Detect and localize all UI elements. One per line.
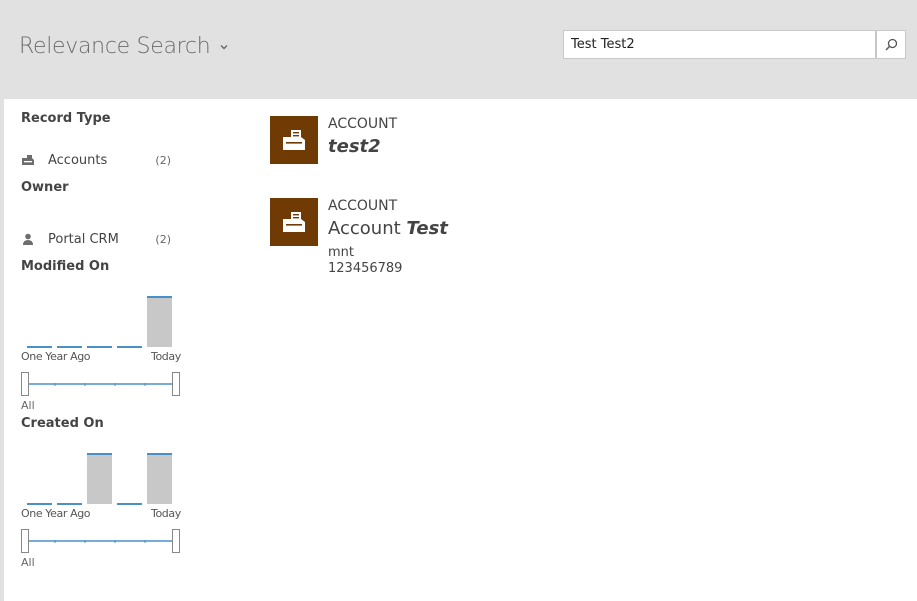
- facet-item-accounts[interactable]: Accounts (2): [21, 151, 171, 169]
- header-bar: Relevance Search: [0, 0, 917, 99]
- histogram-bar-top: [147, 453, 172, 455]
- result-entity-type: ACCOUNT: [328, 116, 398, 132]
- created-on-slider[interactable]: [21, 529, 181, 555]
- search-icon: [884, 38, 897, 51]
- histogram-bar-top: [87, 453, 112, 455]
- histogram-bar-top: [57, 346, 82, 348]
- slider-track: [27, 540, 175, 543]
- created-on-range-label: All: [21, 556, 35, 569]
- modified-on-end-label: Today: [151, 350, 181, 363]
- modified-on-start-label: One Year Ago: [21, 350, 91, 363]
- page-title-label: Relevance Search: [19, 34, 211, 59]
- created-on-chart: [21, 451, 181, 505]
- slider-end-handle[interactable]: [172, 372, 180, 396]
- facet-item-portal-crm[interactable]: Portal CRM (2): [21, 230, 171, 248]
- slider-start-handle[interactable]: [21, 372, 29, 396]
- result-name-match: Test: [406, 218, 448, 239]
- facet-item-label: Accounts: [48, 152, 108, 168]
- facet-title-modified-on: Modified On: [21, 259, 110, 274]
- slider-track: [27, 383, 175, 386]
- histogram-bar[interactable]: [147, 297, 172, 347]
- histogram-bar-top: [27, 346, 52, 348]
- user-icon: [21, 232, 35, 246]
- account-tile: [270, 116, 318, 164]
- facet-item-label: Portal CRM: [48, 231, 119, 247]
- facet-item-count: (2): [155, 153, 171, 167]
- account-icon: [283, 212, 305, 232]
- histogram-bar[interactable]: [147, 454, 172, 504]
- histogram-bar-top: [57, 503, 82, 505]
- facet-item-count: (2): [155, 232, 171, 246]
- histogram-bar-top: [117, 346, 142, 348]
- chevron-down-icon: [220, 44, 228, 50]
- facet-title-created-on: Created On: [21, 416, 104, 431]
- result-entity-type: ACCOUNT: [328, 198, 398, 214]
- created-on-start-label: One Year Ago: [21, 507, 91, 520]
- result-name-match: test2: [328, 136, 381, 157]
- result-field: 123456789: [328, 261, 403, 276]
- result-card[interactable]: ACCOUNT test2: [270, 116, 570, 166]
- modified-on-slider[interactable]: [21, 372, 181, 398]
- account-icon: [283, 130, 305, 150]
- facet-title-owner: Owner: [21, 180, 69, 195]
- search-input[interactable]: [563, 30, 876, 59]
- created-on-chart-svg: [27, 453, 172, 505]
- main-content: Record Type Accounts (2) Owner Portal CR…: [4, 99, 917, 601]
- search-button[interactable]: [876, 30, 906, 59]
- result-name[interactable]: Account Test: [328, 218, 448, 239]
- result-field: mnt: [328, 245, 354, 260]
- modified-on-chart-svg: [27, 296, 172, 348]
- histogram-bar-top: [117, 503, 142, 505]
- histogram-bar-top: [27, 503, 52, 505]
- account-icon: [21, 153, 35, 167]
- account-tile: [270, 198, 318, 246]
- histogram-bar-top: [147, 296, 172, 298]
- slider-start-handle[interactable]: [21, 529, 29, 553]
- result-name[interactable]: test2: [328, 136, 381, 157]
- histogram-bar[interactable]: [87, 454, 112, 504]
- result-name-plain: Account: [328, 218, 407, 239]
- result-card[interactable]: ACCOUNT Account Test mnt 123456789: [270, 198, 570, 280]
- histogram-bar-top: [87, 346, 112, 348]
- modified-on-range-label: All: [21, 399, 35, 412]
- page-title[interactable]: Relevance Search: [19, 34, 228, 59]
- created-on-end-label: Today: [151, 507, 181, 520]
- modified-on-chart: [21, 294, 181, 348]
- facet-title-record-type: Record Type: [21, 111, 111, 126]
- slider-end-handle[interactable]: [172, 529, 180, 553]
